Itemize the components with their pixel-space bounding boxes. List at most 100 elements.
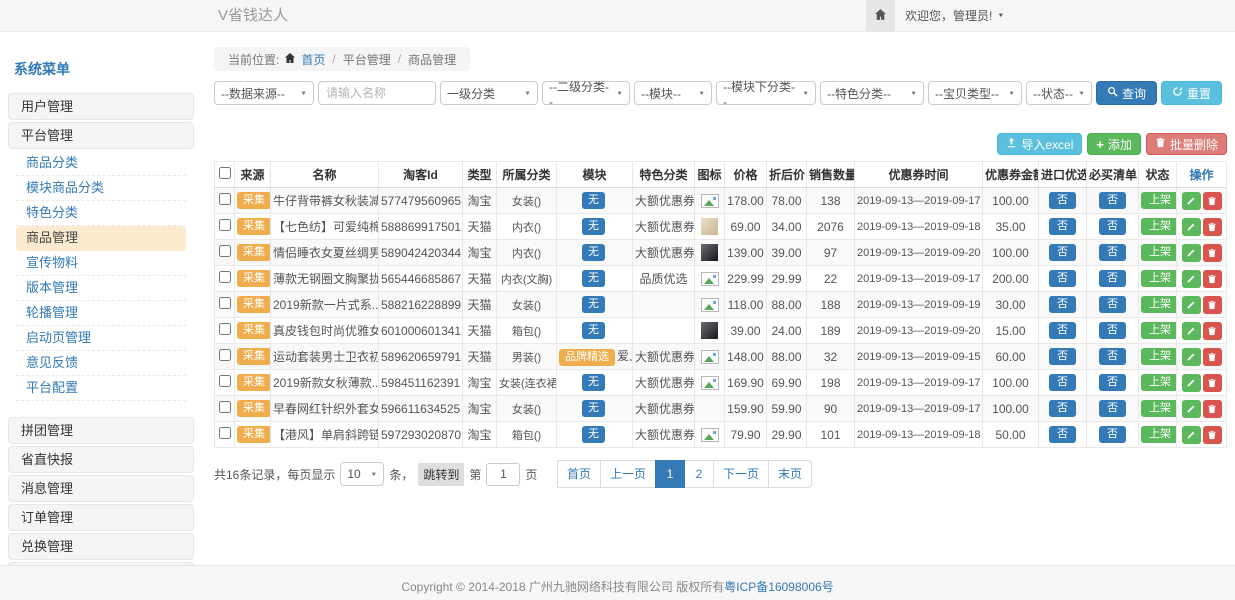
sidebar-sub-item[interactable]: 轮播管理: [16, 301, 186, 326]
edit-button[interactable]: [1182, 348, 1201, 366]
edit-button[interactable]: [1182, 270, 1201, 288]
row-checkbox[interactable]: [219, 219, 231, 231]
status-badge[interactable]: 上架: [1141, 322, 1177, 339]
sidebar-sub-item[interactable]: 模块商品分类: [16, 176, 186, 201]
row-checkbox[interactable]: [219, 427, 231, 439]
must-buy-toggle-badge[interactable]: 否: [1099, 296, 1126, 313]
filter-select[interactable]: --模块-- ▼: [634, 81, 712, 105]
sidebar-group-item[interactable]: 用户管理: [8, 93, 194, 120]
import-toggle-badge[interactable]: 否: [1049, 244, 1076, 261]
delete-button[interactable]: [1203, 400, 1222, 418]
sidebar-sub-item[interactable]: 商品分类: [16, 151, 186, 176]
must-buy-toggle-badge[interactable]: 否: [1099, 192, 1126, 209]
must-buy-toggle-badge[interactable]: 否: [1099, 374, 1126, 391]
edit-button[interactable]: [1182, 244, 1201, 262]
sidebar-group-item[interactable]: 消息管理: [8, 475, 194, 502]
status-badge[interactable]: 上架: [1141, 374, 1177, 391]
import-toggle-badge[interactable]: 否: [1049, 296, 1076, 313]
sidebar-group-item[interactable]: 省直快报: [8, 446, 194, 473]
must-buy-toggle-badge[interactable]: 否: [1099, 348, 1126, 365]
sidebar-group-item[interactable]: 平台管理: [8, 122, 194, 149]
home-button[interactable]: [866, 0, 895, 31]
filter-select[interactable]: 一级分类 ▼: [440, 81, 538, 105]
edit-button[interactable]: [1182, 374, 1201, 392]
delete-button[interactable]: [1203, 296, 1222, 314]
delete-button[interactable]: [1203, 244, 1222, 262]
filter-select[interactable]: --宝贝类型-- ▼: [928, 81, 1022, 105]
row-checkbox[interactable]: [219, 297, 231, 309]
sidebar-group-item[interactable]: 兑换管理: [8, 533, 194, 560]
import-toggle-badge[interactable]: 否: [1049, 218, 1076, 235]
breadcrumb-home-link[interactable]: 首页: [301, 51, 325, 68]
jump-button[interactable]: 跳转到: [418, 463, 464, 486]
filter-select[interactable]: --特色分类-- ▼: [820, 81, 924, 105]
delete-button[interactable]: [1203, 218, 1222, 236]
pager-button[interactable]: 首页: [557, 460, 601, 488]
sidebar-sub-item[interactable]: 意见反馈: [16, 351, 186, 376]
sidebar-sub-item[interactable]: 启动页管理: [16, 326, 186, 351]
pager-button[interactable]: 2: [684, 460, 714, 488]
edit-button[interactable]: [1182, 322, 1201, 340]
filter-select[interactable]: --模块下分类-- ▼: [716, 81, 816, 105]
reset-button[interactable]: 重置: [1161, 81, 1222, 105]
filter-select-source[interactable]: --数据来源-- ▼: [214, 81, 314, 105]
edit-button[interactable]: [1182, 218, 1201, 236]
must-buy-toggle-badge[interactable]: 否: [1099, 244, 1126, 261]
import-excel-button[interactable]: 导入excel: [997, 133, 1082, 155]
sidebar-sub-item[interactable]: 商品管理: [16, 226, 186, 251]
sidebar-sub-item[interactable]: 宣传物料: [16, 251, 186, 276]
status-badge[interactable]: 上架: [1141, 400, 1177, 417]
user-menu[interactable]: 欢迎您，管理员! ▼: [905, 0, 1004, 31]
delete-button[interactable]: [1203, 348, 1222, 366]
delete-button[interactable]: [1203, 270, 1222, 288]
edit-button[interactable]: [1182, 400, 1201, 418]
edit-button[interactable]: [1182, 192, 1201, 210]
filter-select[interactable]: --二级分类-- ▼: [542, 81, 630, 105]
delete-button[interactable]: [1203, 374, 1222, 392]
per-page-select[interactable]: 10 ▼: [340, 462, 384, 486]
import-toggle-badge[interactable]: 否: [1049, 322, 1076, 339]
sidebar-group-item[interactable]: 拼团管理: [8, 417, 194, 444]
row-checkbox[interactable]: [219, 323, 231, 335]
search-button[interactable]: 查询: [1096, 81, 1157, 105]
import-toggle-badge[interactable]: 否: [1049, 348, 1076, 365]
status-badge[interactable]: 上架: [1141, 426, 1177, 443]
batch-delete-button[interactable]: 批量删除: [1146, 133, 1227, 155]
row-checkbox[interactable]: [219, 193, 231, 205]
select-all-checkbox[interactable]: [219, 167, 231, 179]
status-badge[interactable]: 上架: [1141, 192, 1177, 209]
delete-button[interactable]: [1203, 322, 1222, 340]
edit-button[interactable]: [1182, 296, 1201, 314]
must-buy-toggle-badge[interactable]: 否: [1099, 400, 1126, 417]
row-checkbox[interactable]: [219, 401, 231, 413]
edit-button[interactable]: [1182, 426, 1201, 444]
status-badge[interactable]: 上架: [1141, 218, 1177, 235]
page-number-input[interactable]: [486, 463, 520, 486]
row-checkbox[interactable]: [219, 375, 231, 387]
sidebar-group-item[interactable]: 订单管理: [8, 504, 194, 531]
must-buy-toggle-badge[interactable]: 否: [1099, 322, 1126, 339]
delete-button[interactable]: [1203, 426, 1222, 444]
import-toggle-badge[interactable]: 否: [1049, 192, 1076, 209]
add-button[interactable]: + 添加: [1087, 133, 1141, 155]
row-checkbox[interactable]: [219, 271, 231, 283]
filter-select[interactable]: --状态-- ▼: [1026, 81, 1092, 105]
import-toggle-badge[interactable]: 否: [1049, 400, 1076, 417]
import-toggle-badge[interactable]: 否: [1049, 270, 1076, 287]
must-buy-toggle-badge[interactable]: 否: [1099, 218, 1126, 235]
pager-button[interactable]: 1: [655, 460, 685, 488]
name-search-input[interactable]: [318, 81, 436, 105]
sidebar-sub-item[interactable]: 特色分类: [16, 201, 186, 226]
must-buy-toggle-badge[interactable]: 否: [1099, 270, 1126, 287]
pager-button[interactable]: 末页: [768, 460, 812, 488]
status-badge[interactable]: 上架: [1141, 244, 1177, 261]
must-buy-toggle-badge[interactable]: 否: [1099, 426, 1126, 443]
status-badge[interactable]: 上架: [1141, 270, 1177, 287]
pager-button[interactable]: 下一页: [713, 460, 769, 488]
icp-link[interactable]: 粤ICP备16098006号: [724, 580, 833, 594]
status-badge[interactable]: 上架: [1141, 348, 1177, 365]
delete-button[interactable]: [1203, 192, 1222, 210]
pager-button[interactable]: 上一页: [600, 460, 656, 488]
import-toggle-badge[interactable]: 否: [1049, 426, 1076, 443]
row-checkbox[interactable]: [219, 245, 231, 257]
